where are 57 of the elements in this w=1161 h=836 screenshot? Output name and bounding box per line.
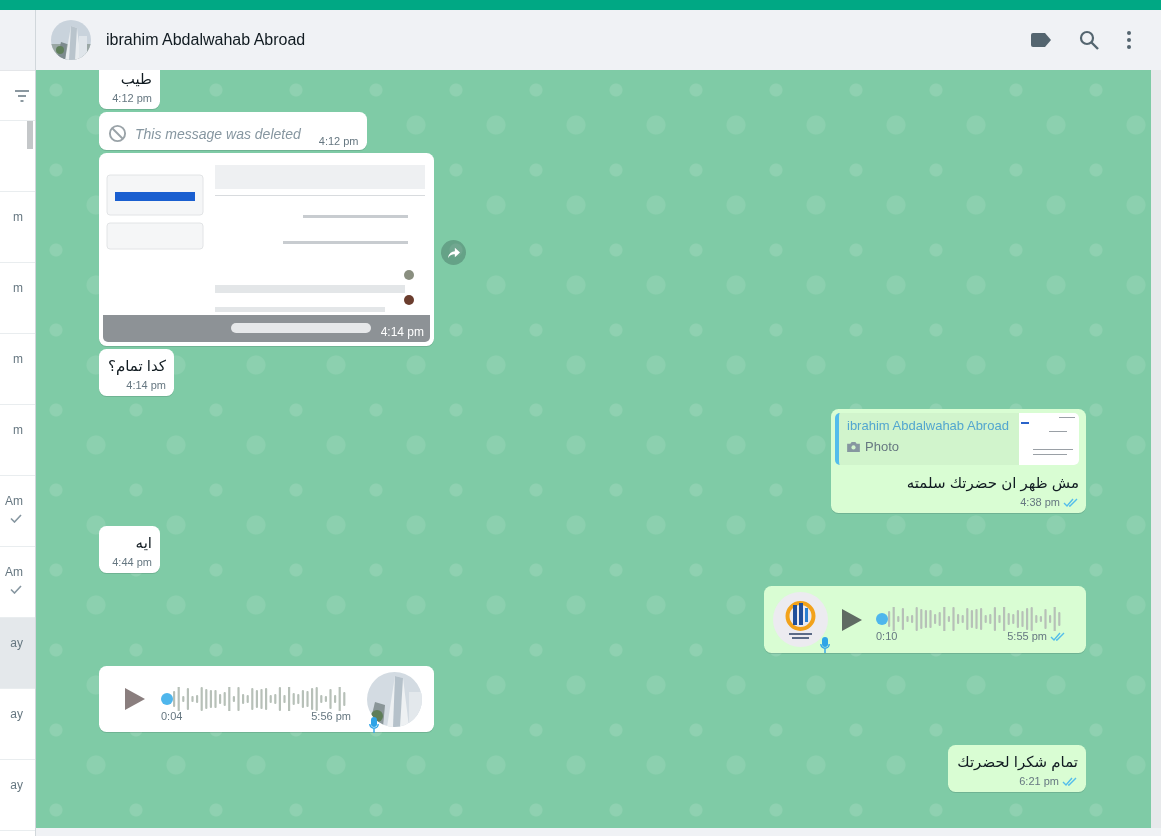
message-time: 4:38 pm: [1020, 496, 1060, 508]
chat-list-item[interactable]: ay: [0, 618, 35, 689]
filter-icon[interactable]: [14, 89, 30, 102]
forward-icon: [446, 246, 461, 259]
voice-message[interactable]: 0:10 5:55 pm: [764, 586, 1086, 653]
chat-time: ay: [10, 778, 23, 792]
voice-duration: 0:10: [876, 630, 898, 642]
prohibited-icon: [108, 124, 127, 143]
chat-time: Am: [5, 565, 23, 579]
play-icon[interactable]: [125, 688, 145, 710]
message-time: 5:55 pm: [1007, 630, 1047, 642]
chat-list-item[interactable]: ay: [0, 689, 35, 760]
message-time: 4:12 pm: [112, 92, 152, 104]
message-time: 4:14 pm: [126, 379, 166, 391]
search-icon[interactable]: [1079, 30, 1099, 50]
message-text: مش ظهر ان حضرتك سلمته: [905, 473, 1079, 494]
play-icon[interactable]: [842, 608, 862, 631]
chat-time: m: [13, 352, 23, 366]
chat-list-item[interactable]: ay: [0, 760, 35, 831]
chat-list-item[interactable]: m: [0, 334, 35, 405]
chat-time: Am: [5, 494, 23, 508]
message-text: تمام شكرا لحضرتك: [957, 752, 1078, 773]
chat-time: m: [13, 281, 23, 295]
quoted-label: Photo: [865, 439, 899, 454]
message-text: ايه: [134, 533, 152, 553]
message-text: كدا تمام؟: [108, 356, 166, 377]
message-time: 4:44 pm: [112, 556, 152, 568]
chat-time: m: [13, 423, 23, 437]
label-icon[interactable]: [1031, 33, 1051, 47]
chat-time: ay: [10, 636, 23, 650]
chat-time: ay: [10, 707, 23, 721]
image-message[interactable]: 4:14 pm: [99, 153, 434, 346]
microphone-icon: [369, 716, 379, 733]
scrollbar-thumb[interactable]: [27, 121, 33, 149]
scrollbar-track[interactable]: [1151, 70, 1161, 828]
contact-name[interactable]: ibrahim Abdalwahab Abroad: [106, 31, 1016, 49]
message-text: طيب: [119, 70, 152, 89]
message-time: 6:21 pm: [1019, 775, 1059, 787]
microphone-icon: [820, 637, 830, 653]
message-time: 4:12 pm: [318, 135, 359, 147]
message-time: 5:56 pm: [311, 709, 351, 722]
camera-icon: [847, 441, 860, 452]
chat-time: m: [13, 210, 23, 224]
logo-icon: [773, 592, 828, 647]
deleted-notice: This message was deleted: [135, 125, 301, 142]
forward-button[interactable]: [441, 240, 466, 265]
voice-duration: 0:04: [161, 709, 183, 722]
message-bubble[interactable]: This message was deleted 4:12 pm: [99, 112, 367, 150]
menu-icon[interactable]: [1127, 31, 1131, 49]
chat-list-item[interactable]: m: [0, 192, 35, 263]
message-time: 4:14 pm: [380, 325, 424, 339]
voice-message[interactable]: 0:04 5:56 pm: [99, 666, 434, 732]
chat-list-item[interactable]: m: [0, 405, 35, 476]
quoted-author: ibrahim Abdalwahab Abroad: [847, 418, 1010, 433]
quoted-message[interactable]: ibrahim Abdalwahab Abroad Photo: [835, 413, 1079, 465]
chat-list-item[interactable]: Am: [0, 476, 35, 547]
chat-list-item[interactable]: m: [0, 263, 35, 334]
